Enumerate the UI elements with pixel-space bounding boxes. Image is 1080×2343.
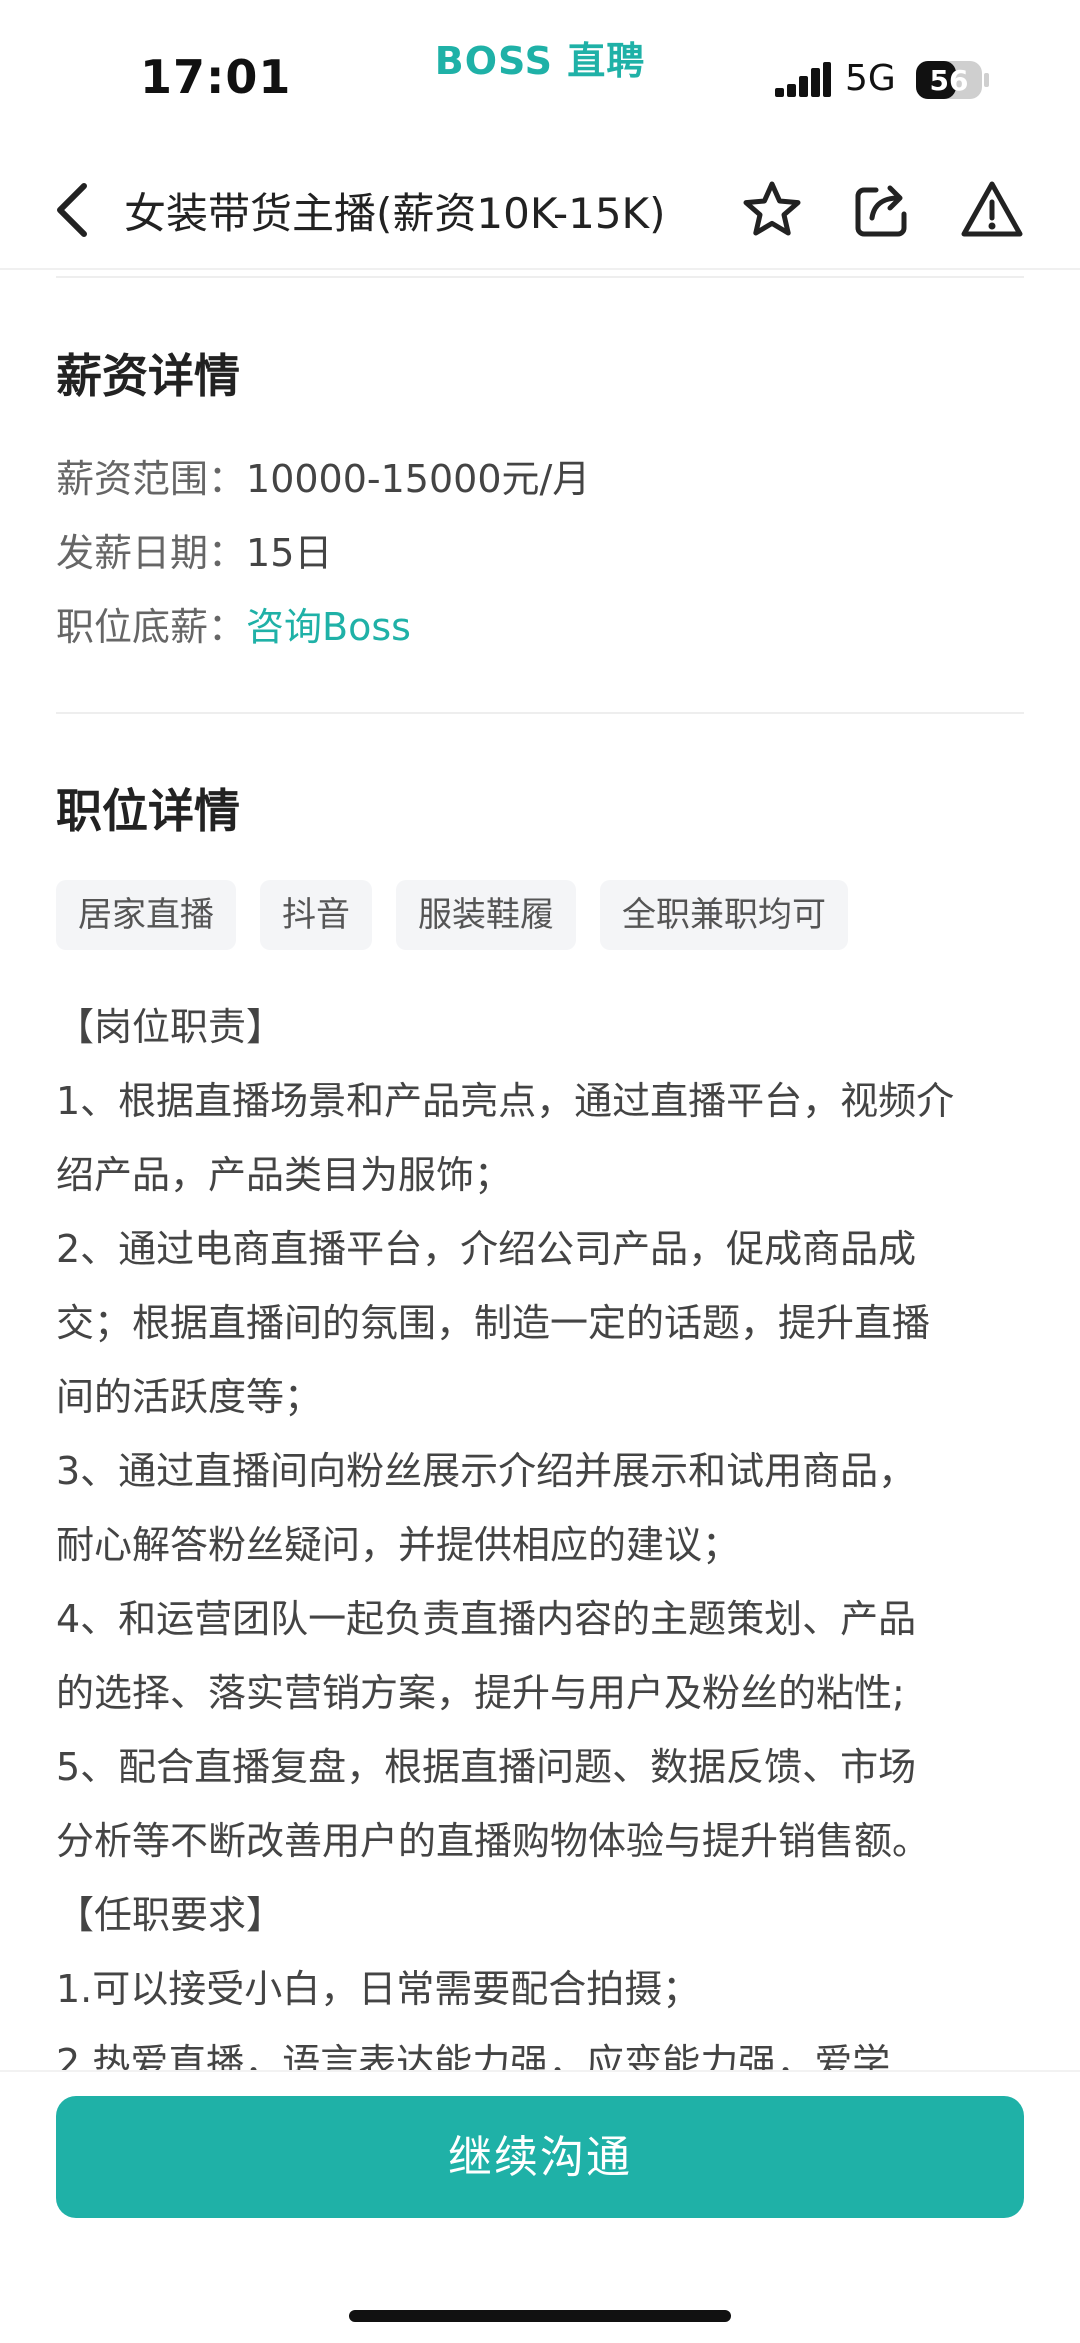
status-bar: 17:01 BOSS 直聘 5G 56 [0,0,1080,150]
battery-level: 56 [930,64,969,97]
page-title: 女装带货主播(薪资10K-15K) [124,189,666,238]
description-line: 分析等不断改善用户的直播购物体验与提升销售额。 [56,1819,931,1863]
back-icon[interactable] [44,178,104,242]
continue-chat-button[interactable]: 继续沟通 [56,2096,1024,2218]
description-line: 【岗位职责】 [56,1005,285,1049]
job-tag: 全职兼职均可 [600,880,848,950]
job-tag: 服装鞋履 [396,880,576,950]
description-line: 4、和运营团队一起负责直播内容的主题策划、产品 [56,1597,917,1641]
job-detail-content[interactable]: 薪资详情 薪资范围：10000-15000元/月 发薪日期：15日 职位底薪：咨… [0,270,1080,2070]
bottom-bar: 继续沟通 [0,2070,1080,2343]
job-description: 【岗位职责】 1、根据直播场景和产品亮点，通过直播平台，视频介 绍产品，产品类目… [56,990,1026,2070]
pay-date-value: 15日 [246,531,333,575]
salary-range-value: 10000-15000元/月 [246,457,591,501]
description-line: 2、通过电商直播平台，介绍公司产品，促成商品成 [56,1227,917,1271]
network-type: 5G [845,58,896,99]
job-section-title: 职位详情 [56,784,240,838]
description-line: 5、配合直播复盘，根据直播问题、数据反馈、市场 [56,1745,917,1789]
section-divider [56,276,1024,278]
nav-bar: 女装带货主播(薪资10K-15K) [0,150,1080,270]
description-line: 交；根据直播间的氛围，制造一定的话题，提升直播 [56,1301,931,1345]
description-line: 绍产品，产品类目为服饰； [56,1153,513,1197]
description-line: 间的活跃度等； [56,1375,323,1419]
description-line: 的选择、落实营销方案，提升与用户及粉丝的粘性; [56,1671,905,1715]
salary-range-label: 薪资范围： [56,457,247,501]
section-divider [56,712,1024,714]
ask-boss-link[interactable]: 咨询Boss [246,605,411,649]
description-line: 1、根据直播场景和产品亮点，通过直播平台，视频介 [56,1079,955,1123]
description-line: 3、通过直播间向粉丝展示介绍并展示和试用商品， [56,1449,917,1493]
job-tag: 居家直播 [56,880,236,950]
description-line: 【任职要求】 [56,1893,285,1937]
base-salary-label: 职位底薪： [56,605,247,649]
pay-date-row: 发薪日期：15日 [56,522,332,577]
pay-date-label: 发薪日期： [56,531,247,575]
job-tags: 居家直播 抖音 服装鞋履 全职兼职均可 [56,880,848,950]
salary-range-row: 薪资范围：10000-15000元/月 [56,448,590,503]
description-line: 2.热爱直播，语言表达能力强，应变能力强，爱学 [56,2041,891,2070]
salary-section-title: 薪资详情 [56,349,240,403]
base-salary-row: 职位底薪：咨询Boss [56,596,411,651]
warning-icon[interactable] [960,178,1024,242]
star-icon[interactable] [740,178,804,242]
signal-icon [775,62,831,97]
home-indicator[interactable] [349,2310,731,2322]
description-line: 耐心解答粉丝疑问，并提供相应的建议； [56,1523,741,1567]
battery-icon: 56 [916,61,989,99]
description-line: 1.可以接受小白，日常需要配合拍摄； [56,1967,701,2011]
job-tag: 抖音 [260,880,372,950]
share-icon[interactable] [850,178,914,242]
